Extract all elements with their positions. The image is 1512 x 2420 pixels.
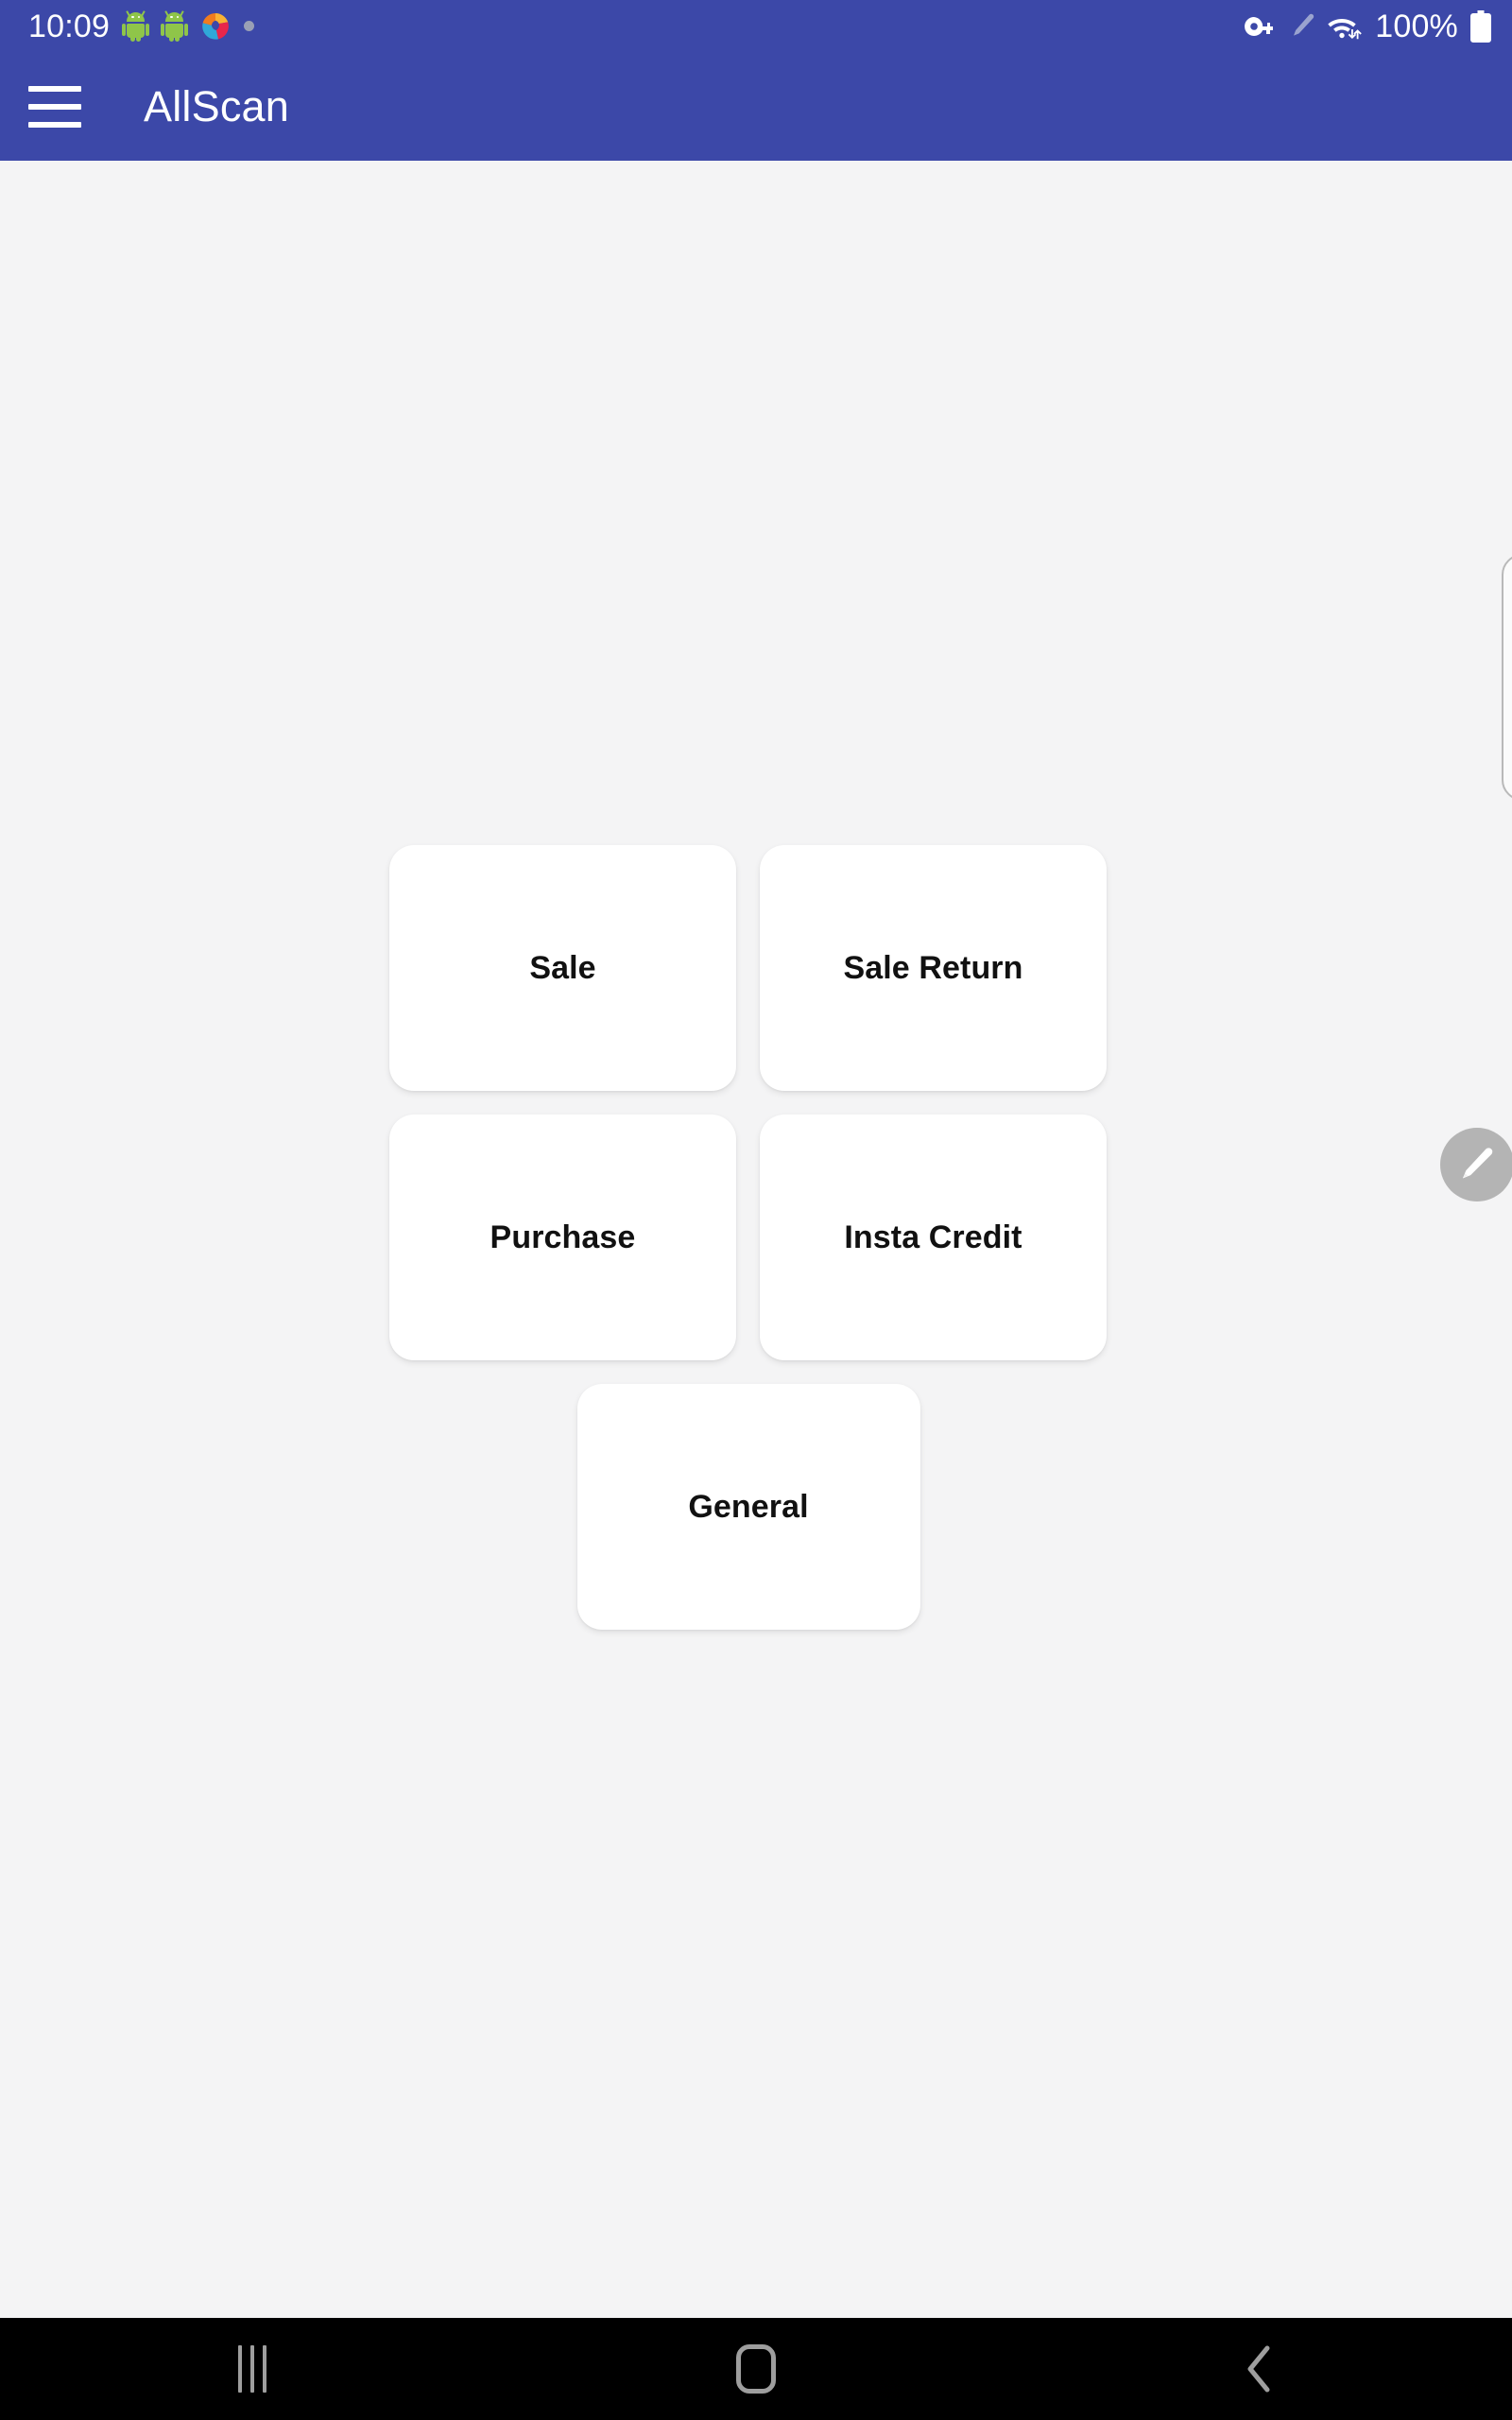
card-sale[interactable]: Sale: [389, 845, 736, 1091]
system-navigation-bar: [0, 2318, 1512, 2420]
status-bar-right-group: 100%: [1244, 8, 1491, 44]
battery-percent-label: 100%: [1375, 8, 1458, 44]
card-row-2: Purchase Insta Credit: [389, 1115, 1108, 1360]
hamburger-menu-icon[interactable]: [28, 85, 81, 128]
card-row-1: Sale Sale Return: [389, 845, 1108, 1091]
card-insta-credit[interactable]: Insta Credit: [760, 1115, 1107, 1360]
menu-bar-2: [28, 103, 81, 110]
home-icon: [735, 2344, 776, 2394]
edge-side-panel[interactable]: [1502, 554, 1512, 801]
status-bar: 10:09 100%: [0, 0, 1512, 52]
card-sale-return[interactable]: Sale Return: [760, 845, 1107, 1091]
menu-bar-3: [28, 121, 81, 128]
browser-swirl-icon: [202, 12, 229, 40]
notification-dot-icon: [244, 21, 255, 31]
android-app-icon-1: [122, 9, 150, 42]
recents-icon: [237, 2345, 266, 2393]
card-sale-return-label: Sale Return: [843, 949, 1023, 986]
app-screen: 10:09 100% AllScan Sale Sale Return Purc…: [0, 0, 1512, 2420]
card-purchase[interactable]: Purchase: [389, 1115, 736, 1360]
wifi-transfer-icon: [1328, 18, 1363, 39]
pencil-icon: [1294, 13, 1314, 36]
vpn-key-icon: [1245, 16, 1274, 36]
card-sale-label: Sale: [529, 949, 596, 986]
pencil-edit-icon: [1462, 1148, 1493, 1179]
battery-icon: [1470, 9, 1491, 43]
floating-edit-button[interactable]: [1440, 1128, 1512, 1201]
app-bar: AllScan: [0, 52, 1512, 161]
nav-home-button[interactable]: [504, 2318, 1007, 2420]
status-bar-left-group: 10:09: [28, 8, 255, 44]
nav-recents-button[interactable]: [0, 2318, 504, 2420]
card-purchase-label: Purchase: [490, 1219, 636, 1255]
nav-back-button[interactable]: [1008, 2318, 1512, 2420]
menu-bar-1: [28, 85, 81, 92]
action-card-grid: Sale Sale Return Purchase Insta Credit G…: [389, 845, 1108, 1653]
android-app-icon-2: [161, 9, 189, 42]
back-chevron-icon: [1247, 2345, 1270, 2393]
card-insta-credit-label: Insta Credit: [844, 1219, 1022, 1255]
page-title: AllScan: [144, 81, 289, 130]
card-general[interactable]: General: [576, 1384, 920, 1630]
status-clock: 10:09: [28, 8, 111, 44]
card-row-3: General: [389, 1384, 1108, 1630]
card-general-label: General: [688, 1488, 809, 1525]
